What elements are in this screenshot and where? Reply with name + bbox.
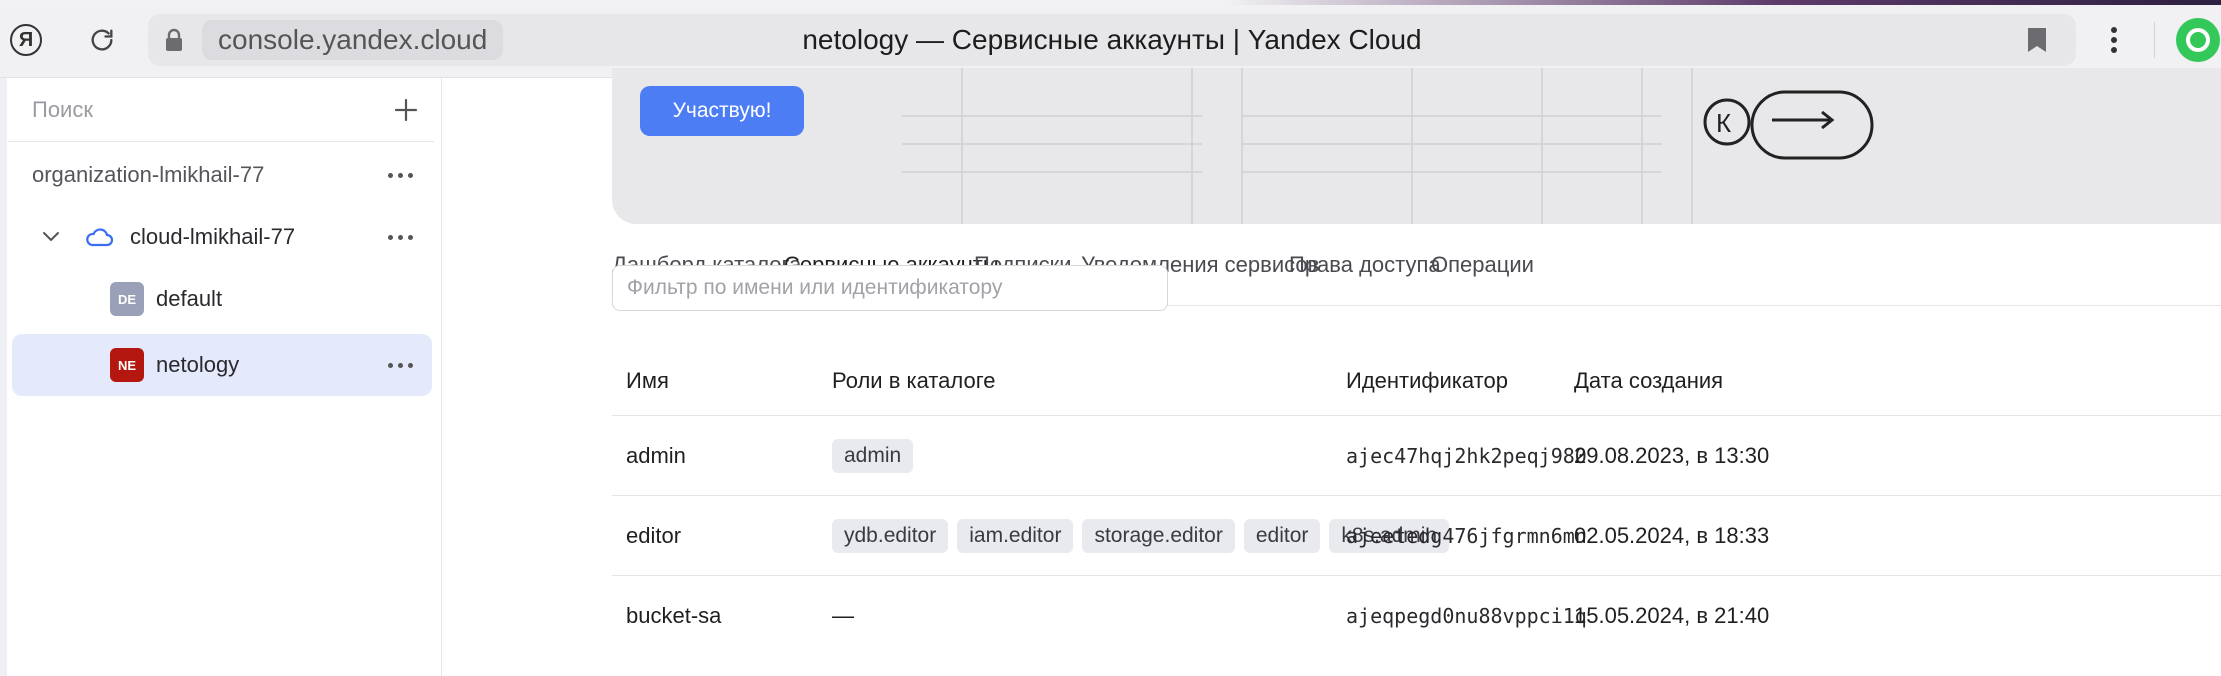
- page-title: netology — Сервисные аккаунты | Yandex C…: [802, 24, 1422, 55]
- folder-label: default: [156, 286, 223, 311]
- account-name[interactable]: bucket-sa: [626, 576, 721, 655]
- created-date: 29.08.2023, в 13:30: [1574, 442, 1770, 468]
- address-bar[interactable]: console.yandex.cloud netology — Сервисны…: [148, 14, 2076, 66]
- table-row[interactable]: editor ydb.editor iam.editor storage.edi…: [612, 496, 2221, 576]
- account-name[interactable]: editor: [626, 496, 681, 575]
- main-content: Участвую! К Дашборд каталога Сервисные а…: [442, 68, 2221, 676]
- organization-label: organization-lmikhail-77: [32, 162, 265, 187]
- account-name[interactable]: admin: [626, 416, 686, 495]
- role-tag: admin: [832, 438, 914, 473]
- more-icon[interactable]: [380, 155, 420, 195]
- role-tag: editor: [1243, 518, 1321, 553]
- reload-icon: [91, 29, 113, 51]
- reload-button[interactable]: [80, 20, 124, 60]
- folder-tree-sidebar: organization-lmikhail-77 cloud-lmikhail-…: [0, 78, 442, 676]
- yandex-logo-icon: Я: [10, 24, 42, 56]
- cloud-icon: [86, 228, 114, 247]
- created-date: 02.05.2024, в 18:33: [1574, 522, 1770, 548]
- toolbar-divider: [2154, 22, 2155, 58]
- column-header-roles: Роли в каталоге: [832, 368, 996, 393]
- table-row[interactable]: admin admin ajec47hqj2hk2peqj980 29.08.2…: [612, 416, 2221, 496]
- tab-operations[interactable]: Операции: [1431, 252, 1534, 306]
- browser-toolbar: Я console.yandex.cloud netology — Сервис…: [0, 0, 2221, 78]
- role-tag: storage.editor: [1082, 518, 1235, 553]
- table-header: Имя Роли в каталоге Идентификатор Дата с…: [612, 348, 2221, 416]
- folder-badge: DE: [110, 282, 144, 316]
- table-row[interactable]: bucket-sa — ajeqpegd0nu88vppci1q 15.05.2…: [612, 576, 2221, 656]
- sidebar-item-netology[interactable]: NE netology: [12, 334, 432, 396]
- sidebar-search-row: [8, 78, 434, 142]
- more-icon[interactable]: [380, 217, 420, 257]
- folder-label: netology: [156, 352, 240, 377]
- roles-cell: admin: [832, 416, 922, 495]
- chevron-down-icon[interactable]: [40, 226, 62, 248]
- role-tag: iam.editor: [957, 518, 1074, 553]
- roles-empty: —: [832, 602, 854, 628]
- more-icon[interactable]: [380, 345, 420, 385]
- sidebar-item-cloud[interactable]: cloud-lmikhail-77: [12, 206, 432, 268]
- account-id: ajeetedg476jfgrmn6mn: [1346, 523, 1587, 548]
- promo-banner: Участвую! К: [612, 68, 2221, 224]
- lock-icon[interactable]: [156, 22, 192, 58]
- bookmark-icon[interactable]: [2026, 26, 2054, 56]
- folder-badge: NE: [110, 348, 144, 382]
- filter-input[interactable]: [612, 265, 1168, 311]
- sidebar-item-organization[interactable]: organization-lmikhail-77: [12, 144, 432, 206]
- column-header-created[interactable]: Дата создания: [1574, 368, 1723, 394]
- account-id: ajeqpegd0nu88vppci1q: [1346, 603, 1587, 628]
- url-text[interactable]: console.yandex.cloud: [202, 20, 504, 60]
- promo-participate-button[interactable]: Участвую!: [640, 86, 804, 136]
- role-tag: ydb.editor: [832, 518, 949, 553]
- sidebar-item-default[interactable]: DE default: [12, 268, 432, 330]
- svg-text:К: К: [1716, 108, 1731, 138]
- sidebar-search-input[interactable]: [32, 92, 372, 128]
- column-header-name[interactable]: Имя: [626, 368, 669, 394]
- add-icon[interactable]: [386, 90, 426, 130]
- cloud-label: cloud-lmikhail-77: [130, 224, 296, 249]
- yandex-home-button[interactable]: Я: [4, 20, 48, 60]
- created-date: 15.05.2024, в 21:40: [1574, 602, 1770, 628]
- column-header-id[interactable]: Идентификатор: [1346, 368, 1508, 394]
- promo-illustration: К: [902, 68, 1874, 224]
- alice-assistant-icon[interactable]: [2176, 18, 2220, 62]
- browser-menu-icon[interactable]: [2092, 20, 2136, 60]
- tab-access-rights[interactable]: Права доступа: [1289, 252, 1441, 306]
- account-id: ajec47hqj2hk2peqj980: [1346, 443, 1587, 468]
